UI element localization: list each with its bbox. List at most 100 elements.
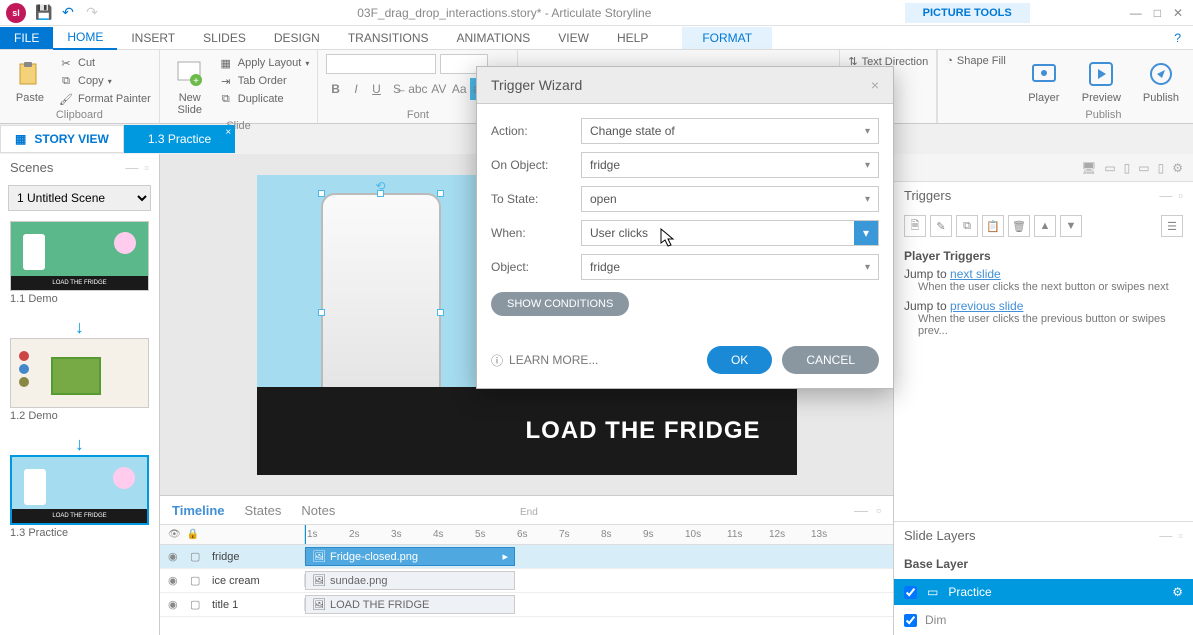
when-select[interactable]: User clicks▾ xyxy=(581,220,879,246)
menu-file[interactable]: FILE xyxy=(0,27,53,49)
dim-checkbox[interactable] xyxy=(904,614,917,627)
help-icon[interactable]: ? xyxy=(1174,31,1193,45)
story-view-button[interactable]: ▦ STORY VIEW xyxy=(0,125,124,153)
trigger-prev[interactable]: Jump to previous slide xyxy=(904,299,1183,313)
layer-visible-checkbox[interactable] xyxy=(904,586,917,599)
on-object-select[interactable]: fridge▾ xyxy=(581,152,879,178)
publish-button[interactable]: Publish xyxy=(1137,54,1185,108)
layer-practice[interactable]: ▭ Practice ⚙ xyxy=(894,579,1193,605)
eye-icon[interactable]: ◉ xyxy=(168,550,182,563)
timeline-clip[interactable]: 🖼 LOAD THE FRIDGE xyxy=(305,595,515,614)
timeline-row[interactable]: ◉ ▢ title 1 🖼 LOAD THE FRIDGE xyxy=(160,593,893,617)
tab-order-button[interactable]: ⇥Tab Order xyxy=(218,72,310,90)
menu-slides[interactable]: SLIDES xyxy=(189,27,260,49)
apply-layout-button[interactable]: ▦Apply Layout ▾ xyxy=(218,54,310,72)
wizard-titlebar[interactable]: Trigger Wizard × xyxy=(477,67,893,104)
panel-pin-icon[interactable]: ▫ xyxy=(876,502,881,518)
lock-icon[interactable]: ▢ xyxy=(190,550,204,563)
bold-button[interactable]: B xyxy=(326,78,344,100)
action-select[interactable]: Change state of▾ xyxy=(581,118,879,144)
phone-portrait-icon[interactable]: ▯ xyxy=(1158,161,1165,175)
strike-button[interactable]: S̶ xyxy=(388,78,406,100)
lock-icon[interactable]: ▢ xyxy=(190,574,204,587)
menu-format[interactable]: FORMAT xyxy=(682,27,772,49)
show-conditions-button[interactable]: SHOW CONDITIONS xyxy=(491,292,629,316)
save-icon[interactable]: 💾 xyxy=(32,1,56,25)
eye-icon[interactable]: ◉ xyxy=(168,574,182,587)
tablet-landscape-icon[interactable]: ▭ xyxy=(1104,161,1115,175)
lock-icon[interactable]: ▢ xyxy=(190,598,204,611)
tab-timeline[interactable]: Timeline xyxy=(172,503,225,518)
scenes-header: Scenes — ▫ xyxy=(0,154,159,181)
tab-close-icon[interactable]: × xyxy=(225,127,231,138)
timeline-row[interactable]: ◉ ▢ ice cream 🖼 sundae.png xyxy=(160,569,893,593)
lock-icon[interactable]: 🔒 xyxy=(187,529,199,540)
menu-view[interactable]: VIEW xyxy=(544,27,603,49)
menu-help[interactable]: HELP xyxy=(603,27,662,49)
tablet-portrait-icon[interactable]: ▯ xyxy=(1124,161,1131,175)
desktop-icon[interactable]: 🖥 xyxy=(1081,161,1096,175)
player-button[interactable]: Player xyxy=(1022,54,1066,108)
panel-collapse-icon[interactable]: — xyxy=(125,160,138,175)
move-down-button[interactable]: ▼ xyxy=(1060,215,1082,237)
player-icon xyxy=(1028,58,1060,90)
char-spacing-button[interactable]: AV xyxy=(430,78,448,100)
wizard-close-icon[interactable]: × xyxy=(871,77,879,93)
trigger-next[interactable]: Jump to next slide xyxy=(904,267,1183,281)
panel-collapse-icon[interactable]: — xyxy=(854,502,868,518)
svg-text:+: + xyxy=(193,76,199,87)
copy-button[interactable]: ⧉Copy ▾ xyxy=(58,72,151,90)
preview-button[interactable]: Preview xyxy=(1076,54,1127,108)
menu-home[interactable]: HOME xyxy=(53,26,117,50)
slide-tab[interactable]: 1.3 Practice × xyxy=(124,125,235,153)
phone-landscape-icon[interactable]: ▭ xyxy=(1138,161,1149,175)
menu-design[interactable]: DESIGN xyxy=(260,27,334,49)
thumb-3[interactable]: LOAD THE FRIDGE 1.3 Practice xyxy=(10,455,149,547)
minimize-icon[interactable]: — xyxy=(1130,6,1142,20)
move-up-button[interactable]: ▲ xyxy=(1034,215,1056,237)
timeline-clip[interactable]: 🖼 sundae.png xyxy=(305,571,515,590)
learn-more-link[interactable]: ⓘ LEARN MORE... xyxy=(491,352,598,369)
new-slide-button[interactable]: + New Slide xyxy=(168,54,212,120)
menu-animations[interactable]: ANIMATIONS xyxy=(443,27,545,49)
paste-trigger-button[interactable]: 📋 xyxy=(982,215,1004,237)
thumb-1[interactable]: LOAD THE FRIDGE 1.1 Demo xyxy=(10,221,149,313)
layer-settings-icon[interactable]: ⚙ xyxy=(1172,585,1183,599)
duplicate-button[interactable]: ⧉Duplicate xyxy=(218,90,310,108)
timeline-clip[interactable]: 🖼 Fridge-closed.png ▸ xyxy=(305,547,515,566)
case-button[interactable]: Aa xyxy=(450,78,468,100)
cancel-button[interactable]: CANCEL xyxy=(782,346,879,374)
edit-trigger-button[interactable]: ✎ xyxy=(930,215,952,237)
close-icon[interactable]: ✕ xyxy=(1173,6,1183,20)
add-trigger-button[interactable]: 🗎 xyxy=(904,215,926,237)
settings-icon[interactable]: ⚙ xyxy=(1172,161,1183,175)
menu-insert[interactable]: INSERT xyxy=(117,27,189,49)
font-family-select[interactable] xyxy=(326,54,436,74)
italic-button[interactable]: I xyxy=(347,78,365,100)
playhead[interactable] xyxy=(305,525,306,544)
cut-button[interactable]: ✂Cut xyxy=(58,54,151,72)
scene-select[interactable]: 1 Untitled Scene xyxy=(8,185,151,211)
eye-icon[interactable]: 👁 xyxy=(168,529,181,540)
format-painter-button[interactable]: 🖌Format Painter xyxy=(58,90,151,108)
tab-notes[interactable]: Notes xyxy=(301,503,335,518)
underline-button[interactable]: U xyxy=(367,78,385,100)
panel-menu-icon[interactable]: ▫ xyxy=(144,160,149,175)
redo-icon[interactable]: ↷ xyxy=(80,1,104,25)
shape-fill-button[interactable]: ◔ Shape Fill xyxy=(946,54,1006,68)
paste-button[interactable]: Paste xyxy=(8,54,52,108)
copy-trigger-button[interactable]: ⧉ xyxy=(956,215,978,237)
to-state-select[interactable]: open▾ xyxy=(581,186,879,212)
object-select[interactable]: fridge▾ xyxy=(581,254,879,280)
undo-icon[interactable]: ↶ xyxy=(56,1,80,25)
thumb-2[interactable]: 1.2 Demo xyxy=(10,338,149,430)
ok-button[interactable]: OK xyxy=(707,346,772,374)
timeline-row[interactable]: ◉ ▢ fridge 🖼 Fridge-closed.png ▸ xyxy=(160,545,893,569)
shadow-button[interactable]: abc xyxy=(408,78,427,100)
maximize-icon[interactable]: □ xyxy=(1154,6,1161,20)
eye-icon[interactable]: ◉ xyxy=(168,598,182,611)
menu-transitions[interactable]: TRANSITIONS xyxy=(334,27,443,49)
variables-button[interactable]: ☰ xyxy=(1161,215,1183,237)
delete-trigger-button[interactable]: 🗑 xyxy=(1008,215,1030,237)
tab-states[interactable]: States xyxy=(245,503,282,518)
